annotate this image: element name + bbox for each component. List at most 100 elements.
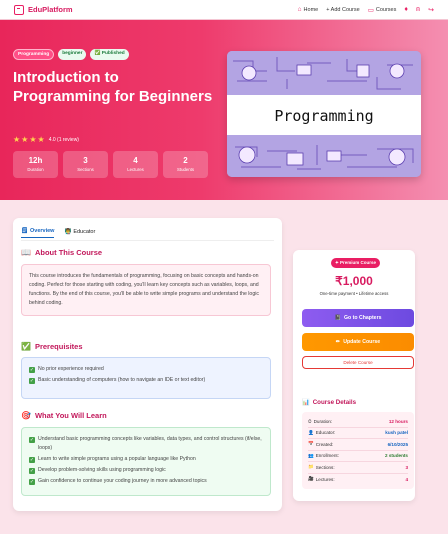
course-title: Introduction to Programming for Beginner…: [13, 69, 213, 105]
detail-value: 3: [405, 464, 408, 470]
premium-label: Premium Course: [340, 260, 377, 265]
target-icon: 🎯: [21, 411, 31, 420]
user-icon: 👤: [308, 429, 314, 435]
detail-value: 12 hours: [388, 418, 408, 424]
learn-box: ✓ Understand basic programming concepts l…: [21, 427, 271, 496]
detail-row-sections: 📁 Sections: 3: [308, 462, 408, 474]
nav-courses-link[interactable]: ▭ Courses: [368, 6, 397, 14]
category-badge: Programming: [13, 49, 55, 60]
published-badge: ✅ Published: [90, 49, 129, 60]
prerequisite-text: Basic understanding of computers (how to…: [38, 377, 206, 383]
check-icon: ✓: [29, 467, 35, 474]
course-main-card: 🗒 Overview 👨‍🏫 Educator 📖 About This Cou…: [13, 218, 282, 511]
star-rating-icon: ★★★★: [13, 135, 46, 144]
pencil-icon: ✏: [335, 339, 341, 345]
stat-lectures-value: 4: [133, 156, 138, 165]
level-badge: beginner: [58, 49, 87, 60]
chart-icon: 📊: [302, 399, 310, 406]
detail-row-enrollment: 👥 Enrollment: 2 students: [308, 451, 408, 462]
book-open-icon: 📖: [21, 248, 31, 257]
detail-row-lectures: 🎥 Lectures: 4: [308, 474, 408, 486]
about-text: This course introduces the fundamentals …: [29, 273, 259, 306]
prerequisites-heading: ✅ Prerequisites: [21, 342, 83, 351]
pricing-card: ✦ Premium Course ₹1,000 One-time payment…: [293, 250, 415, 501]
course-details-heading: 📊 Course Details: [302, 398, 357, 407]
course-price: ₹1,000: [335, 274, 373, 288]
about-heading-text: About This Course: [34, 248, 103, 257]
course-thumbnail: Programming: [227, 51, 421, 177]
learn-item: ✓ Understand basic programming concepts l…: [29, 435, 263, 453]
detail-label: Created:: [315, 441, 334, 447]
detail-label: Enrollment:: [315, 453, 339, 459]
video-icon: ▭: [367, 6, 374, 14]
tab-educator[interactable]: 👨‍🏫 Educator: [64, 228, 95, 238]
course-stats: 12h Duration 3 Sections 4 Lectures 2 Stu…: [13, 151, 208, 178]
home-icon: ⌂: [297, 6, 302, 13]
course-rating: ★★★★ 4.0 (1 review): [13, 135, 79, 144]
prerequisite-text: No prior experience required: [38, 366, 104, 372]
check-icon: ✓: [29, 456, 35, 463]
play-icon: 🎥: [308, 476, 314, 482]
learn-text: Develop problem-solving skills using pro…: [38, 467, 166, 473]
stat-sections-value: 3: [83, 156, 88, 165]
detail-row-educator: 👤 Educator: kush patel: [308, 428, 408, 439]
checkbox-icon: ✅: [21, 342, 31, 351]
chapters-icon: 📓: [334, 315, 341, 321]
check-icon: ✓: [29, 377, 35, 384]
nav-add-course-label: + Add Course: [326, 6, 360, 13]
premium-badge: ✦ Premium Course: [331, 258, 381, 268]
users-icon: 👥: [308, 452, 314, 458]
calendar-icon: 📅: [308, 441, 314, 447]
tab-overview[interactable]: 🗒 Overview: [21, 228, 55, 238]
detail-value: 2 students: [385, 453, 408, 459]
detail-value: 6/10/2025: [387, 441, 408, 447]
brand[interactable]: EduPlatform: [14, 4, 73, 15]
prerequisite-item: ✓ Basic understanding of computers (how t…: [29, 376, 263, 385]
nav-add-course-link[interactable]: + Add Course: [326, 7, 359, 13]
detail-label: Sections:: [315, 464, 335, 470]
course-details-list: ⏱ Duration: 12 hours 👤 Educator: kush pate…: [302, 412, 414, 489]
prerequisite-item: ✓ No prior experience required: [29, 365, 263, 374]
top-navbar: EduPlatform ⌂ Home + Add Course ▭ Course…: [0, 0, 448, 20]
notification-bell-icon[interactable]: ♦: [404, 6, 408, 13]
stat-students: 2 Students: [163, 151, 208, 178]
educator-icon: 👨‍🏫: [64, 228, 72, 235]
stat-duration-label: Duration: [27, 167, 44, 172]
folder-icon: 📁: [308, 464, 314, 470]
stat-lectures: 4 Lectures: [113, 151, 158, 178]
stat-lectures-label: Lectures: [127, 167, 144, 172]
logout-icon[interactable]: ↪: [428, 6, 434, 14]
update-course-label: Update Course: [343, 339, 381, 345]
clock-icon: ⏱: [308, 418, 312, 424]
stat-students-value: 2: [183, 156, 188, 165]
course-details-heading-text: Course Details: [312, 398, 357, 406]
detail-value: kush patel: [385, 430, 408, 436]
course-badges: Programming beginner ✅ Published: [13, 49, 129, 60]
detail-row-duration: ⏱ Duration: 12 hours: [308, 416, 408, 428]
user-icon[interactable]: ⍝: [416, 6, 420, 14]
detail-row-created: 📅 Created: 6/10/2025: [308, 439, 408, 451]
prerequisites-heading-text: Prerequisites: [34, 342, 83, 351]
learn-heading: 🎯 What You Will Learn: [21, 411, 107, 420]
learn-item: ✓ Gain confidence to continue your coding…: [29, 477, 263, 486]
nav-courses-label: Courses: [375, 6, 397, 13]
delete-course-button[interactable]: Delete Course: [302, 356, 414, 369]
document-icon: 🗒: [21, 228, 28, 234]
stat-sections-label: Sections: [77, 167, 94, 172]
go-to-chapters-label: Go to Chapters: [344, 315, 382, 321]
nav-home-label: Home: [303, 6, 319, 13]
check-icon: ✓: [29, 366, 35, 373]
prerequisites-box: ✓ No prior experience required ✓ Basic und…: [21, 357, 271, 399]
thumbnail-text: Programming: [274, 107, 373, 125]
update-course-button[interactable]: ✏ Update Course: [302, 333, 414, 351]
go-to-chapters-button[interactable]: 📓 Go to Chapters: [302, 309, 414, 327]
learn-text: Learn to write simple programs using a p…: [38, 456, 196, 462]
stat-duration-value: 12h: [28, 156, 43, 165]
about-box: This course introduces the fundamentals …: [21, 264, 271, 316]
nav-home-link[interactable]: ⌂ Home: [298, 6, 319, 13]
check-icon: ✓: [29, 478, 35, 485]
book-icon: [14, 4, 24, 15]
stat-duration: 12h Duration: [13, 151, 58, 178]
rating-text: 4.0 (1 review): [48, 136, 79, 143]
course-tabs: 🗒 Overview 👨‍🏫 Educator: [21, 228, 95, 238]
